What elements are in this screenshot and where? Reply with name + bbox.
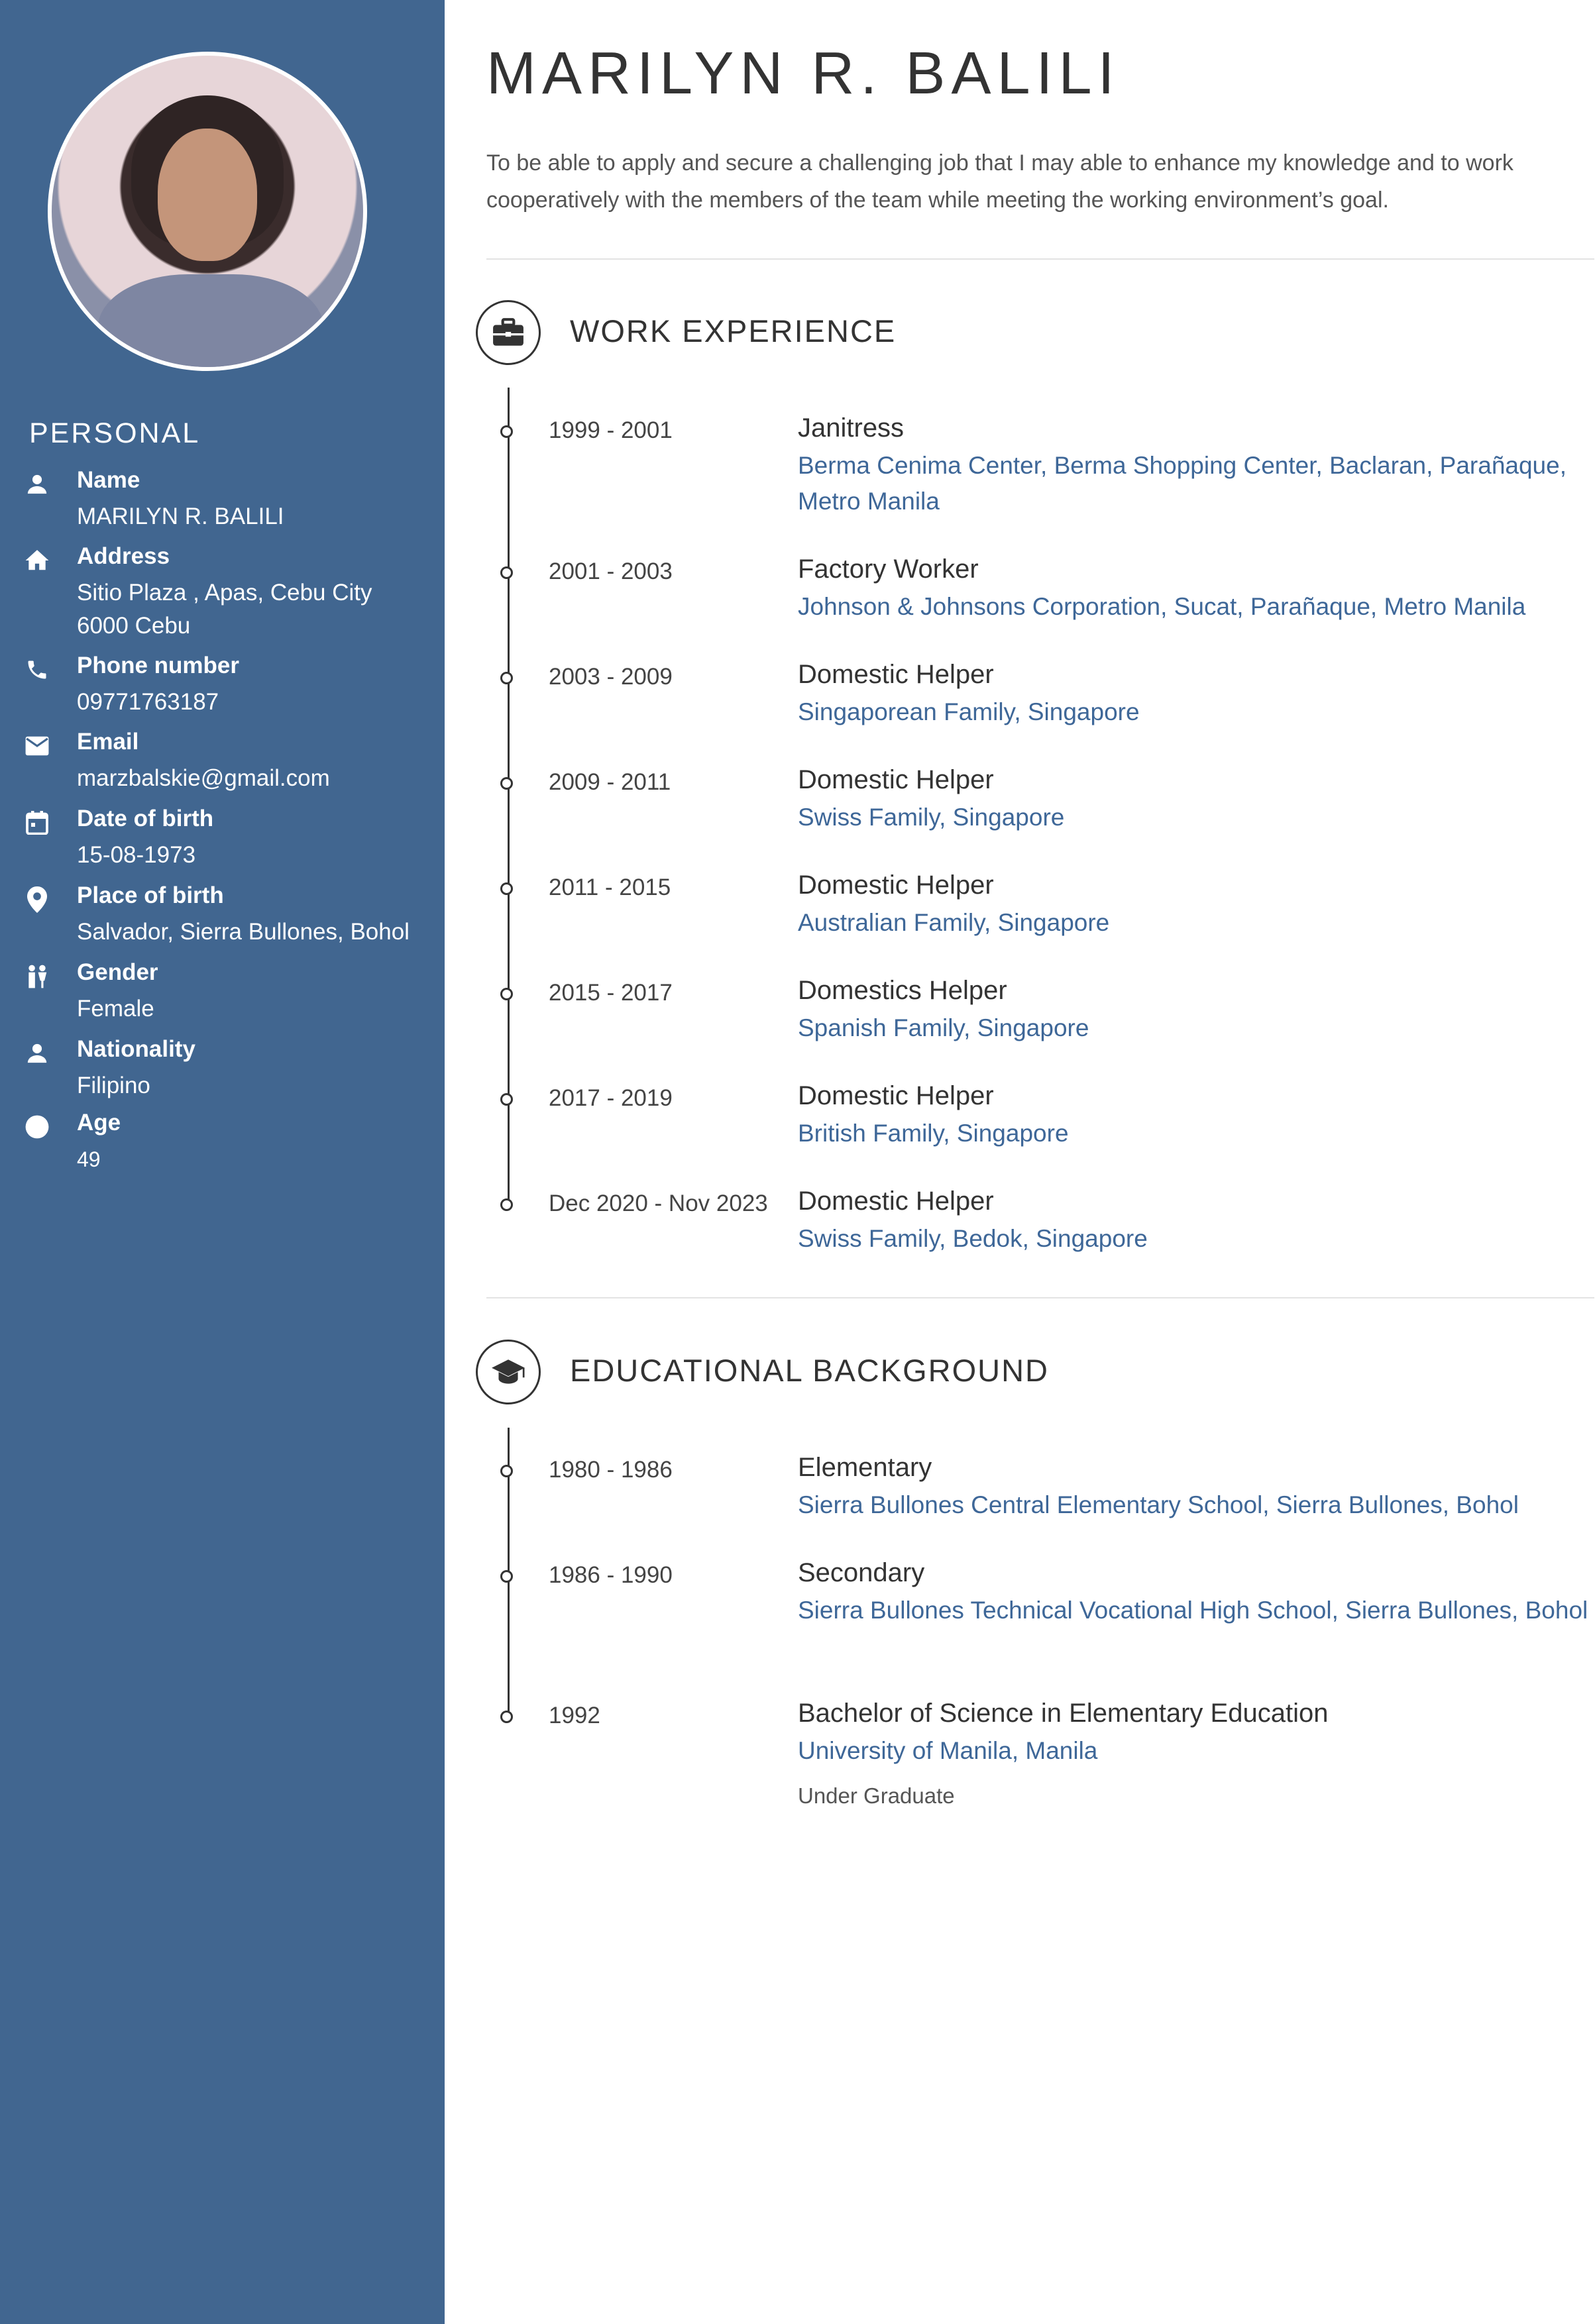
sidebar: PERSONAL Name MARILYN R. BALILI Address … [0, 0, 445, 2324]
timeline-dot [500, 988, 513, 1000]
person-icon [24, 1040, 50, 1067]
personal-item-label: Email [77, 729, 139, 755]
personal-section-title: PERSONAL [29, 417, 201, 449]
entry-date: 2015 - 2017 [549, 980, 673, 1006]
entry-place: University of Manila, Manila [798, 1737, 1098, 1764]
home-icon [24, 547, 50, 574]
entry-date: 1980 - 1986 [549, 1457, 673, 1483]
timeline-dot [500, 566, 513, 579]
person-icon [24, 471, 50, 498]
timeline-dot [500, 777, 513, 790]
entry-role: Bachelor of Science in Elementary Educat… [798, 1699, 1329, 1728]
entry-date: 2009 - 2011 [549, 769, 671, 795]
timeline-dot [500, 1465, 513, 1477]
entry-role: Domestics Helper [798, 976, 1007, 1005]
personal-item-label: Nationality [77, 1036, 195, 1062]
work-timeline-line [508, 388, 510, 1206]
entry-role: Domestic Helper [798, 1081, 994, 1110]
entry-role: Domestic Helper [798, 660, 994, 689]
personal-item-label: Phone number [77, 653, 240, 678]
resume-name: MARILYN R. BALILI [486, 40, 1121, 107]
timeline-dot [500, 1198, 513, 1211]
location-pin-icon [24, 886, 50, 913]
timeline-dot [500, 1570, 513, 1583]
entry-note: Under Graduate [798, 1783, 955, 1808]
entry-role: Secondary [798, 1558, 925, 1587]
entry-date: 1992 [549, 1703, 600, 1728]
entry-date: 2003 - 2009 [549, 664, 673, 690]
personal-item-value: 49 [77, 1147, 101, 1171]
educational-background-title: EDUCATIONAL BACKGROUND [570, 1353, 1049, 1388]
calendar-icon [24, 810, 50, 836]
entry-place: Swiss Family, Singapore [798, 804, 1065, 831]
personal-item-label: Address [77, 543, 170, 569]
personal-item-value: Filipino [77, 1073, 150, 1098]
divider [486, 1297, 1594, 1298]
entry-role: Domestic Helper [798, 871, 994, 900]
personal-item-value-line2: 6000 Cebu [77, 613, 191, 639]
personal-item-label: Place of birth [77, 882, 224, 908]
entry-role: Domestic Helper [798, 765, 994, 794]
personal-item-value: MARILYN R. BALILI [77, 503, 284, 529]
personal-item-label: Date of birth [77, 806, 214, 831]
profile-photo [48, 52, 367, 371]
personal-item-label: Name [77, 467, 140, 493]
divider [486, 258, 1594, 260]
work-experience-title: WORK EXPERIENCE [570, 313, 897, 348]
entry-place: Swiss Family, Bedok, Singapore [798, 1225, 1148, 1252]
entry-place: Singaporean Family, Singapore [798, 698, 1140, 725]
personal-item-value: Salvador, Sierra Bullones, Bohol [77, 919, 410, 945]
briefcase-icon [476, 300, 541, 365]
entry-role: Elementary [798, 1453, 932, 1482]
entry-date: Dec 2020 - Nov 2023 [549, 1190, 768, 1216]
timeline-dot [500, 672, 513, 684]
entry-date: 2011 - 2015 [549, 874, 671, 900]
phone-icon [24, 657, 50, 683]
entry-date: 2001 - 2003 [549, 558, 673, 584]
timeline-dot [500, 882, 513, 895]
gender-icon [24, 963, 50, 990]
timeline-dot [500, 1711, 513, 1723]
entry-role: Factory Worker [798, 555, 979, 584]
entry-place: Sierra Bullones Central Elementary Schoo… [798, 1491, 1519, 1518]
entry-place: Spanish Family, Singapore [798, 1014, 1089, 1041]
career-objective: To be able to apply and secure a challen… [486, 150, 1513, 213]
personal-item-value: Female [77, 996, 154, 1022]
entry-date: 2017 - 2019 [549, 1085, 673, 1111]
personal-item-value: 09771763187 [77, 689, 219, 715]
timeline-dot [500, 1093, 513, 1106]
email-icon [24, 733, 50, 759]
entry-date: 1999 - 2001 [549, 417, 673, 443]
personal-item-label: Gender [77, 959, 158, 985]
entry-date: 1986 - 1990 [549, 1562, 673, 1588]
personal-item-value: 15-08-1973 [77, 842, 196, 868]
personal-item-value: marzbalskie@gmail.com [77, 765, 330, 791]
timeline-dot [500, 425, 513, 438]
entry-role: Domestic Helper [798, 1187, 994, 1216]
entry-place: Sierra Bullones Technical Vocational Hig… [798, 1597, 1588, 1624]
personal-item-label: Age [77, 1110, 121, 1136]
personal-item-value: Sitio Plaza , Apas, Cebu City [77, 580, 372, 606]
entry-role: Janitress [798, 413, 905, 443]
circle-icon [24, 1114, 50, 1140]
entry-place: Australian Family, Singapore [798, 909, 1110, 936]
graduation-cap-icon [476, 1340, 541, 1404]
entry-place: British Family, Singapore [798, 1120, 1069, 1147]
entry-place: Berma Cenima Center, Berma Shopping Cent… [798, 452, 1567, 515]
entry-place: Johnson & Johnsons Corporation, Sucat, P… [798, 593, 1526, 620]
